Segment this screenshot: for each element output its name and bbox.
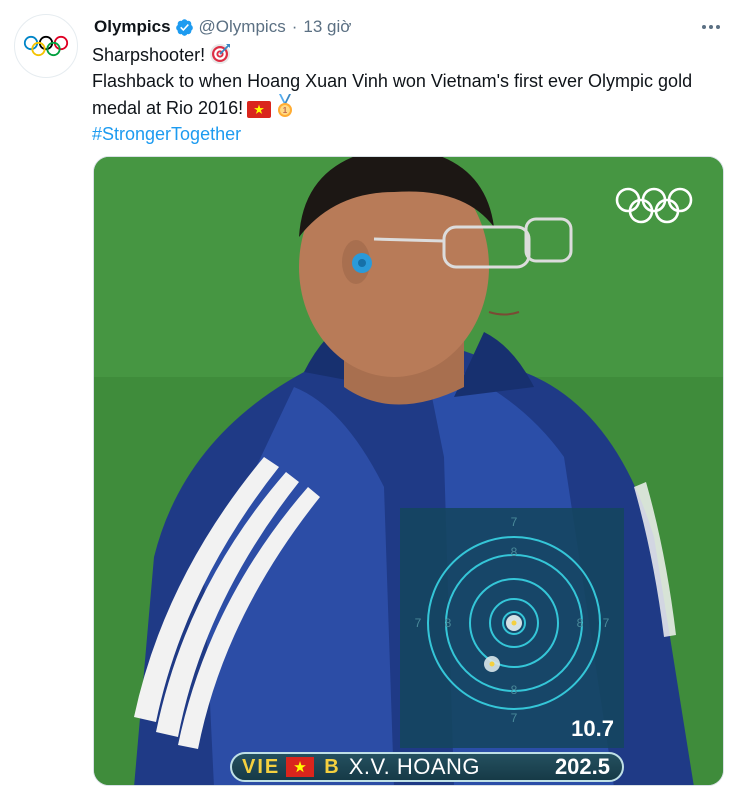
avatar[interactable]	[14, 14, 78, 78]
author-handle[interactable]: @Olympics	[199, 17, 286, 37]
tweet-line-1-text: Sharpshooter!	[92, 45, 206, 65]
ring-label: 8	[577, 616, 584, 630]
ring-label: 7	[511, 515, 518, 529]
shot-score: 10.7	[571, 716, 614, 741]
shot-marker-current	[511, 620, 517, 626]
ring-label: 8	[511, 545, 518, 559]
verified-badge-icon	[175, 18, 193, 36]
vietnam-flag-icon	[247, 101, 272, 118]
ring-label: 7	[511, 711, 518, 725]
tweet-line-2-text: Flashback to when Hoang Xuan Vinh won Vi…	[92, 71, 693, 118]
svg-text:1: 1	[283, 106, 288, 115]
scoreboard-athlete: X.V. HOANG	[348, 754, 481, 779]
hashtag-link[interactable]: #StrongerTogether	[92, 124, 241, 144]
tweet-line-1: Sharpshooter!	[92, 42, 732, 68]
separator-dot: ·	[291, 17, 298, 36]
tweet-header: Olympics @Olympics · 13 giờ	[94, 14, 351, 40]
shot-marker-previous	[489, 661, 495, 667]
shot-target-panel: 7 8 7 8 8 7 8 7 10.7	[400, 508, 624, 748]
more-options-button[interactable]	[698, 14, 724, 40]
olympic-rings-icon	[23, 35, 69, 57]
tweet-time[interactable]: 13 giờ	[303, 17, 351, 37]
ring-label: 8	[445, 616, 452, 630]
author-name[interactable]: Olympics	[94, 17, 171, 37]
tweet-text: Sharpshooter! Flashback to when Hoang Xu…	[92, 42, 732, 147]
vietnam-flag-icon	[286, 757, 315, 777]
more-options-icon	[702, 25, 720, 29]
ring-label: 7	[415, 616, 422, 630]
ring-label: 7	[603, 616, 610, 630]
gold-medal-icon: 1	[278, 94, 293, 117]
scoreboard-bar: VIE B X.V. HOANG 202.5	[230, 752, 624, 782]
direct-hit-target-icon	[210, 44, 231, 64]
scoreboard-country: VIE	[242, 755, 281, 778]
video-media[interactable]: 7 8 7 8 8 7 8 7 10.7 VIE B X.V. HOANG 20…	[93, 156, 724, 786]
tweet-line-2: Flashback to when Hoang Xuan Vinh won Vi…	[92, 68, 732, 121]
scoreboard-relay: B	[324, 755, 339, 778]
shooting-target-diagram: 7 8 7 8 8 7 8 7	[415, 515, 610, 725]
tweet-line-3: #StrongerTogether	[92, 121, 732, 147]
tweet-card[interactable]: Olympics @Olympics · 13 giờ Sharpshooter…	[0, 0, 746, 786]
ring-label: 8	[511, 683, 518, 697]
scoreboard-total: 202.5	[554, 754, 610, 779]
olympic-rings-watermark-icon	[615, 187, 693, 224]
